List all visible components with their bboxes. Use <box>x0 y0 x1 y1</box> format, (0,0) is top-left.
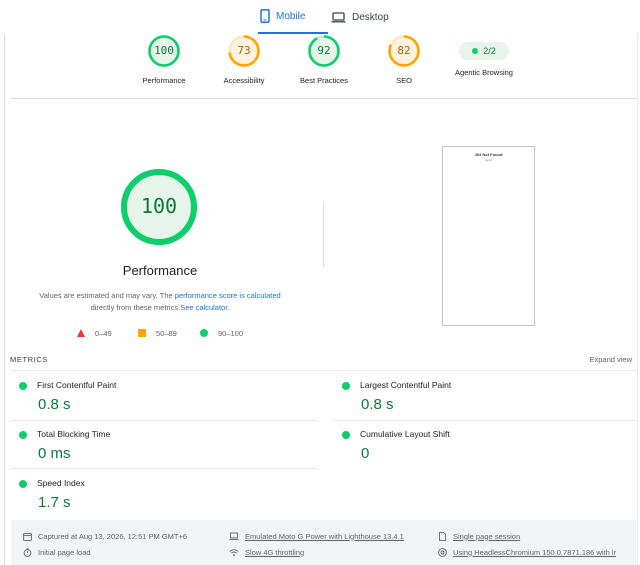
metric-speed-index: Speed Index 1.7 s <box>11 474 301 522</box>
metric-total-blocking-time: Total Blocking Time 0 ms <box>11 425 301 473</box>
pass-dot-icon <box>472 48 479 54</box>
metric-name: Cumulative Layout Shift <box>360 429 450 439</box>
footer-throttling[interactable]: Slow 4G throttling <box>229 545 304 559</box>
circle-icon <box>200 329 208 337</box>
metric-largest-contentful-paint: Largest Contentful Paint 0.8 s <box>334 376 624 424</box>
performance-title: Performance <box>122 263 198 278</box>
gauge-label: Performance <box>142 76 186 85</box>
chrome-icon <box>438 547 447 557</box>
legend-range: 50–89 <box>156 328 177 338</box>
footer-captured-text: Captured at Aug 13, 2026, 12:51 PM GMT+6 <box>38 531 188 541</box>
content-frame-border-right <box>637 34 638 565</box>
divider <box>11 468 317 469</box>
footer-page-load-text: Initial page load <box>38 547 91 557</box>
footer-browser-text: Using HeadlessChromium 150.0.7871.186 wi… <box>453 547 617 557</box>
wifi-icon <box>229 548 239 556</box>
estimates-note: Values are estimated and may vary. The p… <box>25 290 295 314</box>
divider <box>11 370 637 371</box>
expand-view-toggle[interactable]: Expand view <box>589 355 632 364</box>
metric-value: 0 <box>361 445 370 462</box>
gauge-label: Agentic Browsing <box>455 68 513 77</box>
legend-average: 50–89 <box>138 327 177 339</box>
gauge-score: 73 <box>237 44 251 57</box>
triangle-icon <box>77 329 85 337</box>
footer-device-text: Emulated Moto G Power with Lighthouse 13… <box>245 531 404 541</box>
agentic-browsing-badge: 2/2 <box>459 42 509 60</box>
square-icon <box>138 329 146 337</box>
gauge-seo[interactable]: 82 SEO <box>359 34 449 88</box>
metric-value: 0 ms <box>38 445 71 462</box>
pass-dot-icon <box>342 382 350 390</box>
metric-name: Total Blocking Time <box>37 429 111 439</box>
thumbnail-subtitle: nginx <box>484 158 493 162</box>
metric-cumulative-layout-shift: Cumulative Layout Shift 0 <box>334 425 624 473</box>
divider <box>334 420 637 421</box>
tab-desktop-label: Desktop <box>352 11 389 23</box>
estimates-note-end: . <box>227 303 230 312</box>
legend-range: 90–100 <box>218 328 244 338</box>
smartphone-icon <box>260 9 270 23</box>
metric-name: Speed Index <box>37 478 85 488</box>
gauge-agentic-browsing[interactable]: 2/2 Agentic Browsing <box>439 34 529 88</box>
metric-first-contentful-paint: First Contentful Paint 0.8 s <box>11 376 301 424</box>
pass-dot-icon <box>19 382 27 390</box>
footer-page-load: Initial page load <box>23 545 91 559</box>
content-frame-border-left <box>4 34 5 565</box>
final-screenshot-thumbnail[interactable]: 404 Not Found nginx <box>442 146 535 326</box>
gauge-label: SEO <box>396 76 412 85</box>
runtime-settings-footer: Captured at Aug 13, 2026, 12:51 PM GMT+6… <box>11 520 637 565</box>
see-calculator-link[interactable]: See calculator <box>180 303 227 312</box>
gauge-score: 100 <box>154 44 174 57</box>
pass-dot-icon <box>342 431 350 439</box>
footer-session[interactable]: Single page session <box>438 529 520 543</box>
gauge-label: Best Practices <box>300 76 348 85</box>
document-icon <box>439 531 447 541</box>
gauge-score: 82 <box>397 44 411 57</box>
gauge-performance[interactable]: 100 Performance <box>119 34 209 88</box>
divider <box>11 420 317 421</box>
estimates-note-text: Values are estimated and may vary. The <box>39 291 173 300</box>
tab-desktop[interactable]: Desktop <box>331 0 401 34</box>
gauge-label: Accessibility <box>223 76 265 85</box>
performance-score-link[interactable]: performance score is calculated <box>175 291 281 300</box>
calendar-icon <box>23 532 32 541</box>
pass-dot-icon <box>19 431 27 439</box>
metrics-heading: METRICS <box>10 355 48 364</box>
footer-browser[interactable]: Using HeadlessChromium 150.0.7871.186 wi… <box>438 545 616 559</box>
legend-pass: 90–100 <box>200 327 243 339</box>
agentic-browsing-value: 2/2 <box>483 46 496 56</box>
tab-mobile-label: Mobile <box>276 10 306 22</box>
metric-name: First Contentful Paint <box>37 380 117 390</box>
metric-value: 1.7 s <box>38 494 71 511</box>
pass-dot-icon <box>19 480 27 488</box>
metric-value: 0.8 s <box>361 396 394 413</box>
footer-session-text: Single page session <box>453 531 521 541</box>
metric-name: Largest Contentful Paint <box>360 380 452 390</box>
performance-score: 100 <box>140 194 178 218</box>
footer-throttling-text: Slow 4G throttling <box>245 547 305 557</box>
divider <box>11 98 637 99</box>
gauge-best-practices[interactable]: 92 Best Practices <box>279 34 369 88</box>
vertical-divider <box>323 203 324 267</box>
gauge-score: 92 <box>317 44 331 57</box>
device-tabs: Mobile Desktop <box>0 0 640 34</box>
laptop-icon <box>229 532 239 540</box>
estimates-note-text: directly from these metrics. <box>90 303 181 312</box>
laptop-icon <box>331 11 346 23</box>
legend-range: 0–49 <box>95 328 112 338</box>
legend-fail: 0–49 <box>77 327 112 339</box>
footer-device[interactable]: Emulated Moto G Power with Lighthouse 13… <box>229 529 404 543</box>
footer-captured: Captured at Aug 13, 2026, 12:51 PM GMT+6 <box>23 529 187 543</box>
tab-mobile[interactable]: Mobile <box>258 0 328 34</box>
timer-icon <box>23 547 32 557</box>
gauge-accessibility[interactable]: 73 Accessibility <box>199 34 289 88</box>
metric-value: 0.8 s <box>38 396 71 413</box>
performance-gauge-large: 100 <box>119 167 199 247</box>
thumbnail-title: 404 Not Found <box>474 152 503 157</box>
